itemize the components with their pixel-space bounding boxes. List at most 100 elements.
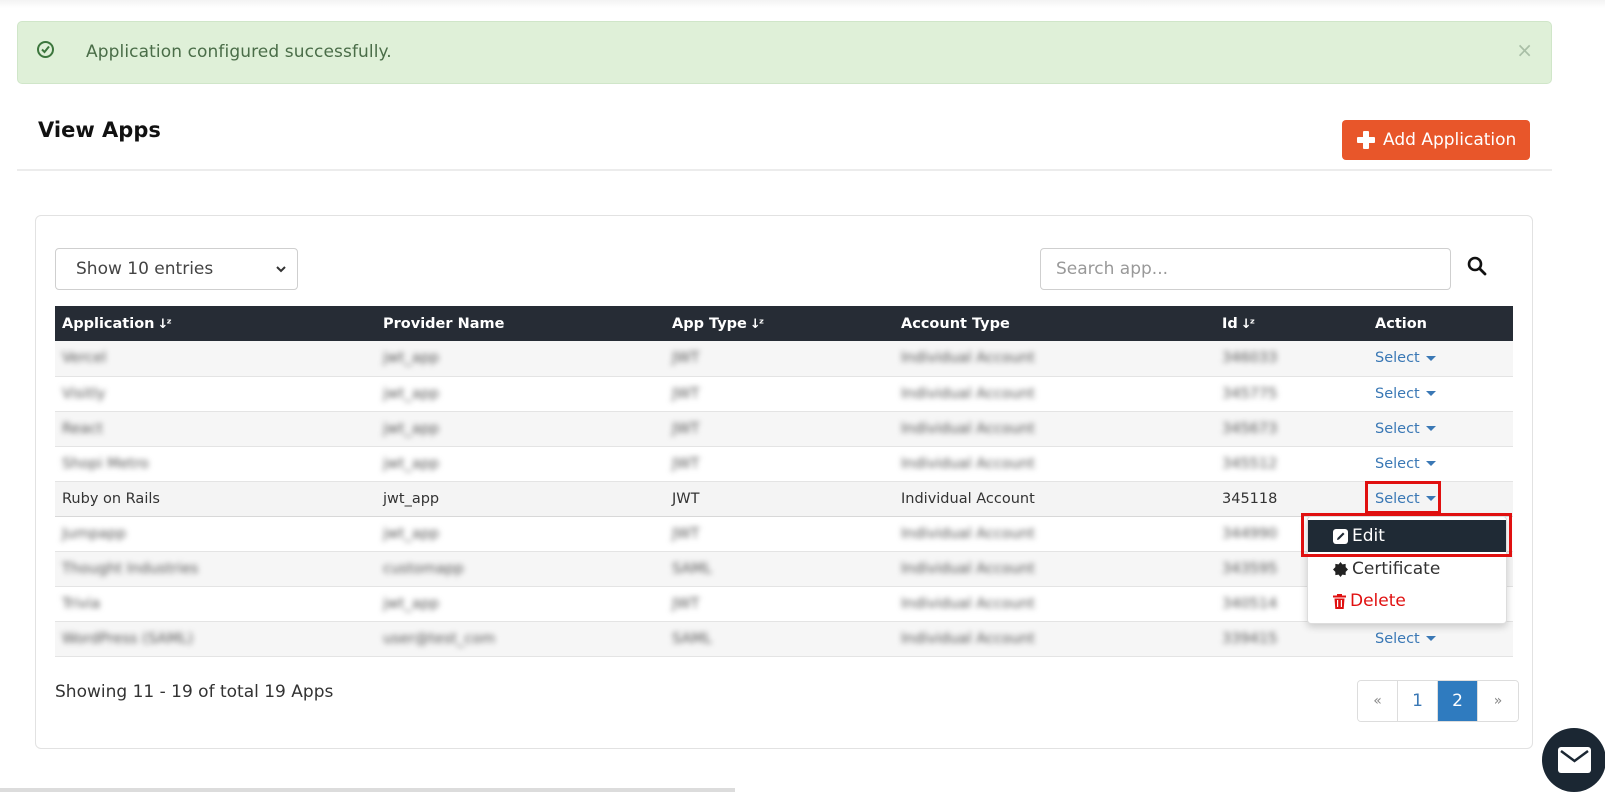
action-select-dropdown[interactable]: Select <box>1375 421 1436 437</box>
cell-provider-name: jwt_app <box>383 525 440 542</box>
cell-action: Select <box>1368 411 1513 446</box>
edit-highlight-box <box>1301 513 1512 557</box>
cell-application: Shopi Metro <box>62 455 149 472</box>
cell-app-type: JWT <box>672 525 700 542</box>
table-row: Thought Industries customapp SAML Individua… <box>55 551 1513 586</box>
sort-icon[interactable]: ↓ᶻ <box>158 317 172 332</box>
cell-action: Select <box>1368 341 1513 376</box>
cell-account-type: Individual Account <box>901 350 1035 367</box>
table-row: Trivia jwt_app JWT Individual Account 340514… <box>55 586 1513 621</box>
envelope-icon <box>1558 747 1591 773</box>
close-icon[interactable]: × <box>1516 38 1533 62</box>
cell-app-type: SAML <box>672 630 712 647</box>
sort-icon[interactable]: ↓ᶻ <box>1241 317 1255 332</box>
alert-message: Application configured successfully. <box>86 42 392 62</box>
cell-id: 345673 <box>1222 420 1278 437</box>
trash-icon <box>1333 593 1346 609</box>
table-row: Visitly jwt_app JWT Individual Account 34577… <box>55 376 1513 411</box>
action-select-dropdown[interactable]: Select <box>1375 350 1436 366</box>
pagination-prev[interactable]: « <box>1358 681 1398 721</box>
action-select-dropdown[interactable]: Select <box>1375 386 1436 402</box>
cell-application: WordPress (SAML) <box>62 630 194 647</box>
cell-application: Trivia <box>62 595 101 612</box>
cell-id: 345512 <box>1222 455 1278 472</box>
sort-icon[interactable]: ↓ᶻ <box>750 317 764 332</box>
column-header-account-type: Account Type <box>901 315 1010 332</box>
column-header-app-type[interactable]: App Type ↓ᶻ <box>665 306 894 341</box>
cell-account-type: Individual Account <box>901 595 1035 612</box>
cell-provider-name: jwt_app <box>383 385 440 402</box>
apps-table: Application ↓ᶻ Provider Name App Type ↓ᶻ A… <box>55 306 1513 657</box>
cell-account-type: Individual Account <box>901 490 1035 507</box>
add-application-label: Add Application <box>1383 130 1517 150</box>
search-input[interactable] <box>1040 248 1451 290</box>
cell-app-type: JWT <box>672 350 700 367</box>
table-row: React jwt_app JWT Individual Account 345673 S… <box>55 411 1513 446</box>
cell-app-type: JWT <box>672 455 700 472</box>
menu-item-delete[interactable]: Delete <box>1308 585 1506 617</box>
table-row: WordPress (SAML) user@test_com SAML Individ… <box>55 621 1513 656</box>
caret-down-icon <box>1425 636 1436 641</box>
cell-app-type: JWT <box>672 385 700 402</box>
column-header-application[interactable]: Application ↓ᶻ <box>55 306 376 341</box>
check-circle-icon <box>37 41 54 58</box>
add-application-button[interactable]: Add Application <box>1342 120 1530 160</box>
search-icon[interactable] <box>1467 256 1487 276</box>
cell-action: Select <box>1368 376 1513 411</box>
page-title: View Apps <box>38 118 161 142</box>
cell-provider-name: jwt_app <box>383 350 440 367</box>
column-header-id[interactable]: Id ↓ᶻ <box>1215 306 1368 341</box>
cell-application: Thought Industries <box>62 560 199 577</box>
chevron-down-icon <box>276 266 286 273</box>
pagination-next[interactable]: » <box>1478 681 1518 721</box>
table-row: Jumpapp jwt_app JWT Individual Account 34499… <box>55 516 1513 551</box>
cell-action: Select <box>1368 621 1513 656</box>
cell-application: Visitly <box>62 385 106 402</box>
cell-account-type: Individual Account <box>901 385 1035 402</box>
cell-provider-name: jwt_app <box>383 595 440 612</box>
cell-action: Select <box>1368 446 1513 481</box>
cell-account-type: Individual Account <box>901 525 1035 542</box>
chat-widget-button[interactable] <box>1542 728 1605 792</box>
menu-item-certificate[interactable]: Certificate <box>1308 553 1506 585</box>
pagination-page-1[interactable]: 1 <box>1398 681 1438 721</box>
cell-provider-name: jwt_app <box>383 490 440 507</box>
success-alert: Application configured successfully. × <box>17 21 1552 84</box>
select-highlight-box <box>1365 481 1441 514</box>
cell-application: Jumpapp <box>62 525 127 542</box>
cell-account-type: Individual Account <box>901 630 1035 647</box>
cell-account-type: Individual Account <box>901 560 1035 577</box>
table-header-row: Application ↓ᶻ Provider Name App Type ↓ᶻ A… <box>55 306 1513 341</box>
entries-selected-value: Show 10 entries <box>76 259 214 279</box>
horizontal-scrollbar[interactable] <box>0 788 735 792</box>
action-select-dropdown[interactable]: Select <box>1375 631 1436 647</box>
divider <box>17 169 1552 171</box>
cell-app-type: JWT <box>672 490 700 507</box>
cell-provider-name: jwt_app <box>383 455 440 472</box>
showing-count: Showing 11 - 19 of total 19 Apps <box>55 682 334 702</box>
caret-down-icon <box>1425 355 1436 361</box>
pagination-page-2[interactable]: 2 <box>1438 681 1478 721</box>
cell-id: 339415 <box>1222 630 1278 647</box>
entries-select[interactable]: Show 10 entries <box>55 248 298 290</box>
cell-app-type: JWT <box>672 420 700 437</box>
action-select-dropdown[interactable]: Select <box>1375 456 1436 472</box>
cell-application: Ruby on Rails <box>62 490 160 507</box>
cell-app-type: JWT <box>672 595 700 612</box>
cell-id: 346033 <box>1222 350 1278 367</box>
cell-id: 345775 <box>1222 385 1278 402</box>
cell-application: React <box>62 420 103 437</box>
column-header-provider-name: Provider Name <box>383 315 505 332</box>
cell-provider-name: user@test_com <box>383 630 496 647</box>
cell-provider-name: jwt_app <box>383 420 440 437</box>
cell-id: 345118 <box>1222 490 1278 507</box>
table-row: Shopi Metro jwt_app JWT Individual Account 3… <box>55 446 1513 481</box>
cell-application: Vercel <box>62 350 107 367</box>
pagination: « 1 2 » <box>1357 680 1519 722</box>
cell-provider-name: customapp <box>383 560 464 577</box>
caret-down-icon <box>1425 391 1436 396</box>
table-row: Vercel jwt_app JWT Individual Account 346033… <box>55 341 1513 376</box>
certificate-icon <box>1333 561 1348 577</box>
column-header-action: Action <box>1375 315 1428 332</box>
cell-app-type: SAML <box>672 560 712 577</box>
